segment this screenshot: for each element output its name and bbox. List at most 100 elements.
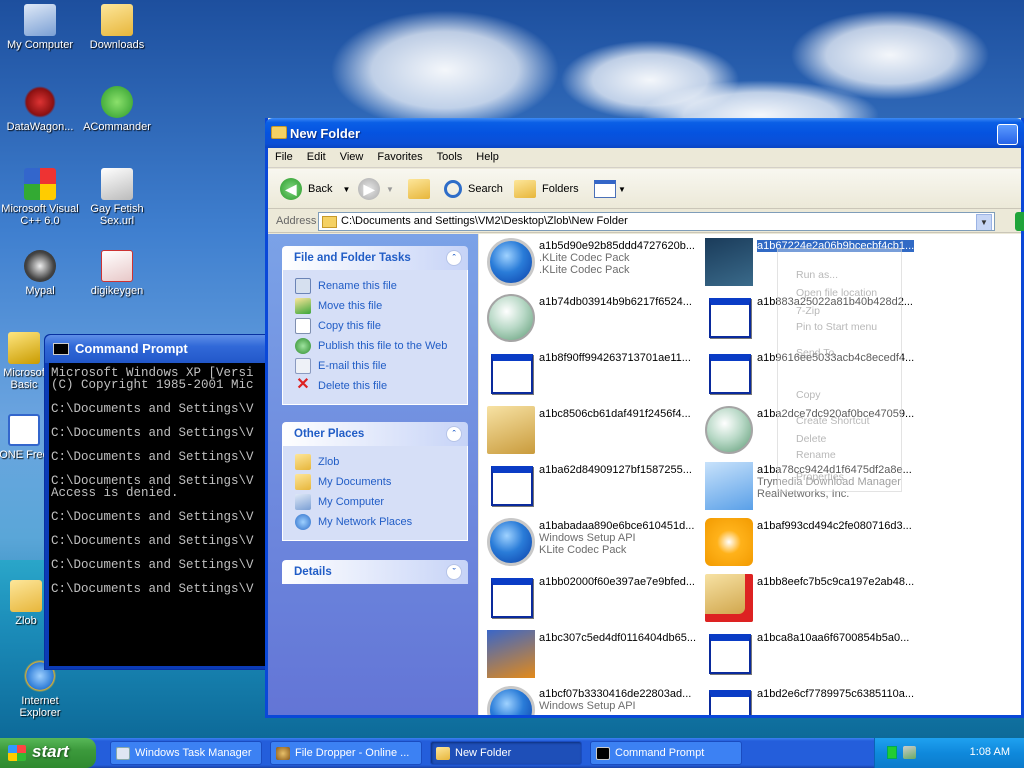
search-button[interactable]: Search bbox=[444, 176, 503, 202]
desktop-icon-digikeygen[interactable]: digikeygen bbox=[77, 250, 157, 297]
place-my-network[interactable]: My Network Places bbox=[295, 512, 467, 532]
file-item[interactable]: a1baf993cd494c2fe080716d3... bbox=[699, 516, 917, 568]
place-label: My Computer bbox=[318, 496, 385, 508]
file-item[interactable]: a1b74db03914b9b6217f6524... bbox=[481, 292, 699, 344]
player-orange-icon bbox=[705, 518, 753, 566]
panel-title: File and Folder Tasks bbox=[294, 252, 411, 264]
panel-title: Details bbox=[294, 566, 332, 578]
file-text: a1bc307c5ed4df0116404db65... bbox=[539, 632, 699, 644]
task-rename-file[interactable]: Rename this file bbox=[295, 276, 467, 296]
up-folder-button[interactable] bbox=[408, 176, 430, 202]
address-dropdown-button[interactable]: ▼ bbox=[976, 214, 992, 230]
address-value: C:\Documents and Settings\VM2\Desktop\Zl… bbox=[341, 215, 628, 227]
task-copy-file[interactable]: Copy this file bbox=[295, 316, 467, 336]
place-my-computer[interactable]: My Computer bbox=[295, 492, 467, 512]
file-text: a1bcf07b3330416de22803ad... Windows Setup… bbox=[539, 688, 699, 712]
taskbar-task-manager[interactable]: Windows Task Manager bbox=[110, 741, 262, 765]
task-move-file[interactable]: Move this file bbox=[295, 296, 467, 316]
collapse-chevron-icon[interactable]: ˆ bbox=[446, 250, 462, 266]
details-panel: Details ˇ bbox=[282, 560, 468, 584]
dropdown-arrow-icon[interactable]: ▼ bbox=[342, 185, 350, 194]
file-item[interactable]: a1b8f90ff994263713701ae11... bbox=[481, 348, 699, 400]
taskbar: start Windows Task Manager File Dropper … bbox=[0, 738, 1024, 768]
file-item[interactable]: a1babadaa890e6bce610451d... Windows Setup… bbox=[481, 516, 699, 568]
appwin-icon bbox=[709, 298, 751, 338]
menu-favorites[interactable]: Favorites bbox=[370, 148, 429, 163]
taskbar-new-folder[interactable]: New Folder bbox=[430, 741, 582, 765]
desktop-icon-acommander[interactable]: ACommander bbox=[77, 86, 157, 133]
forward-button[interactable]: ▶ ▼ bbox=[358, 176, 394, 202]
file-item[interactable]: a1bcf07b3330416de22803ad... Windows Setup… bbox=[481, 684, 699, 715]
folders-label: Folders bbox=[542, 183, 579, 195]
safely-remove-icon[interactable] bbox=[903, 746, 916, 759]
up-folder-icon bbox=[408, 179, 430, 199]
minimize-button[interactable] bbox=[997, 124, 1018, 145]
taskbar-command-prompt[interactable]: Command Prompt bbox=[590, 741, 742, 765]
network-tray-icon[interactable] bbox=[887, 746, 897, 759]
panel-header[interactable]: Details ˇ bbox=[282, 560, 468, 584]
wmp-icon bbox=[487, 518, 535, 566]
expand-chevron-icon[interactable]: ˇ bbox=[446, 564, 462, 580]
desktop-icon-label: Internet Explorer bbox=[19, 695, 61, 719]
go-button[interactable] bbox=[1015, 212, 1024, 231]
checkmark-icon bbox=[101, 86, 133, 118]
browser-icon bbox=[276, 747, 290, 760]
file-name: a1babadaa890e6bce610451d... bbox=[539, 520, 695, 532]
task-email-file[interactable]: E-mail this file bbox=[295, 356, 467, 376]
task-label: Move this file bbox=[318, 300, 383, 312]
desktop-icon-downloads[interactable]: Downloads bbox=[77, 4, 157, 51]
menu-tools[interactable]: Tools bbox=[430, 148, 470, 163]
console-output[interactable]: Microsoft Windows XP [Versi (C) Copyright… bbox=[49, 363, 270, 666]
desktop-icon-mypal[interactable]: Mypal bbox=[0, 250, 80, 297]
taskbar-file-dropper[interactable]: File Dropper - Online ... bbox=[270, 741, 422, 765]
panel-header[interactable]: Other Places ˆ bbox=[282, 422, 468, 446]
menu-file[interactable]: File bbox=[268, 148, 300, 163]
panel-header[interactable]: File and Folder Tasks ˆ bbox=[282, 246, 468, 270]
explorer-titlebar[interactable]: New Folder bbox=[265, 118, 1024, 148]
menu-view[interactable]: View bbox=[333, 148, 371, 163]
command-prompt-window[interactable]: Command Prompt Microsoft Windows XP [Ver… bbox=[44, 334, 274, 670]
my-computer-icon bbox=[24, 4, 56, 36]
dropdown-arrow-icon[interactable]: ▼ bbox=[386, 185, 394, 194]
my-computer-icon bbox=[295, 494, 311, 510]
start-button[interactable]: start bbox=[0, 738, 96, 768]
desktop-icon-my-computer[interactable]: My Computer bbox=[0, 4, 80, 51]
file-item[interactable]: a1bc8506cb61daf491f2456f4... bbox=[481, 404, 699, 456]
place-zlob[interactable]: Zlob bbox=[295, 452, 467, 472]
command-prompt-titlebar[interactable]: Command Prompt bbox=[45, 335, 273, 363]
file-description: .KLite Codec Pack bbox=[539, 252, 630, 264]
delete-x-icon: ✕ bbox=[296, 376, 310, 393]
file-description: KLite Codec Pack bbox=[539, 544, 627, 556]
file-item[interactable]: a1bd2e6cf7789975c6385110a... bbox=[699, 684, 917, 715]
menu-help[interactable]: Help bbox=[469, 148, 506, 163]
address-input[interactable]: C:\Documents and Settings\VM2\Desktop\Zl… bbox=[318, 212, 995, 231]
collapse-chevron-icon[interactable]: ˆ bbox=[446, 426, 462, 442]
views-button[interactable]: ▼ bbox=[594, 176, 626, 202]
task-delete-file[interactable]: ✕ Delete this file bbox=[295, 376, 467, 396]
visual-cpp-icon bbox=[24, 168, 56, 200]
folders-button[interactable]: Folders bbox=[514, 176, 579, 202]
task-label: Command Prompt bbox=[615, 747, 705, 759]
console-icon bbox=[53, 343, 69, 355]
file-item[interactable]: a1bc307c5ed4df0116404db65... bbox=[481, 628, 699, 680]
file-item[interactable]: a1bb8eefc7b5c9ca197e2ab48... bbox=[699, 572, 917, 624]
file-item[interactable]: a1bca8a10aa6f6700854b5a0... bbox=[699, 628, 917, 680]
back-button[interactable]: ◀ Back ▼ bbox=[280, 176, 350, 202]
address-bar: Address C:\Documents and Settings\VM2\De… bbox=[268, 210, 1024, 233]
menu-edit[interactable]: Edit bbox=[300, 148, 333, 163]
file-list[interactable]: a1b5d90e92b85ddd4727620b... .KLite Codec … bbox=[479, 234, 1021, 715]
console-line: C:\Documents and Settings\V bbox=[51, 450, 254, 464]
desktop-icon-datawagon[interactable]: DataWagon... bbox=[0, 86, 80, 133]
place-my-documents[interactable]: My Documents bbox=[295, 472, 467, 492]
task-publish-web[interactable]: Publish this file to the Web bbox=[295, 336, 467, 356]
file-item[interactable]: a1b5d90e92b85ddd4727620b... .KLite Codec … bbox=[481, 236, 699, 288]
desktop-icon-label: DataWagon... bbox=[6, 121, 74, 133]
task-label: Publish this file to the Web bbox=[318, 340, 448, 352]
explorer-window[interactable]: New Folder File Edit View Favorites Tools Hel… bbox=[265, 118, 1024, 718]
console-line: Access is denied. bbox=[51, 486, 179, 500]
ghost-menu-item: Copy bbox=[796, 389, 821, 401]
desktop-icon-visual-cpp[interactable]: Microsoft Visual C++ 6.0 bbox=[0, 168, 80, 227]
desktop-icon-url-shortcut[interactable]: Gay Fetish Sex.url bbox=[77, 168, 157, 227]
file-item[interactable]: a1bb02000f60e397ae7e9bfed... bbox=[481, 572, 699, 624]
file-item[interactable]: a1ba62d84909127bf1587255... bbox=[481, 460, 699, 512]
